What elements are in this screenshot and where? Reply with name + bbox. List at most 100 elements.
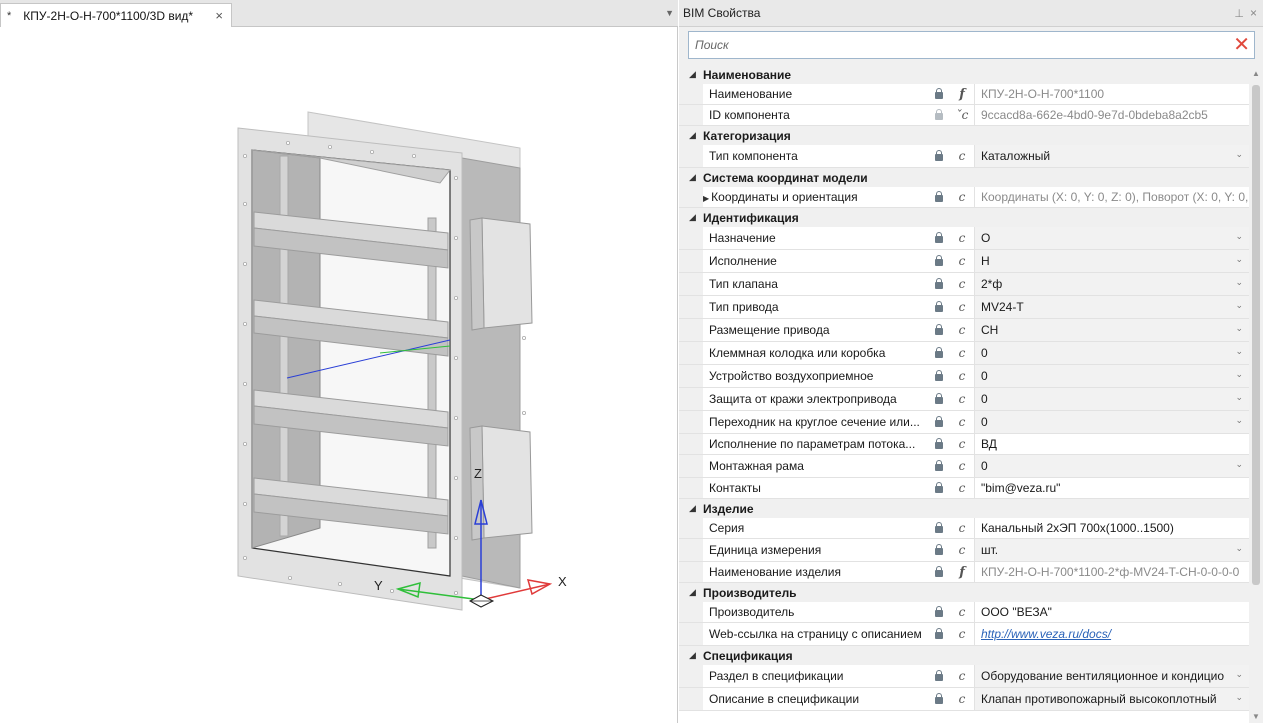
property-row[interactable]: Раздел в спецификации c Оборудование венти… — [679, 665, 1249, 688]
property-row[interactable]: Переходник на круглое сечение или... c 0 ⌄ — [679, 411, 1249, 434]
property-row[interactable]: Назначение c О ⌄ — [679, 227, 1249, 250]
lock-icon[interactable] — [928, 369, 950, 383]
formula-icon[interactable]: c — [950, 521, 974, 535]
property-value-dropdown[interactable]: 0 ⌄ — [974, 365, 1249, 387]
property-value[interactable]: ВД — [974, 434, 1249, 454]
lock-icon[interactable] — [928, 521, 950, 535]
property-row[interactable]: Контакты c "bim@veza.ru" — [679, 478, 1249, 499]
lock-icon[interactable] — [928, 277, 950, 291]
web-link[interactable]: http://www.veza.ru/docs/ — [981, 627, 1111, 641]
formula-icon[interactable]: f — [950, 87, 974, 102]
formula-icon[interactable]: c — [950, 543, 974, 557]
lock-icon[interactable] — [928, 300, 950, 314]
clear-search-icon[interactable]: ✕ — [1233, 34, 1250, 56]
formula-icon[interactable]: f — [950, 565, 974, 580]
property-row[interactable]: Исполнение по параметрам потока... c ВД — [679, 434, 1249, 455]
property-value[interactable]: Канальный 2хЭП 700х(1000..1500) — [974, 518, 1249, 538]
property-row[interactable]: Наименование f КПУ-2Н-О-Н-700*1100 — [679, 84, 1249, 105]
property-row[interactable]: Наименование изделия f КПУ-2Н-О-Н-700*1100… — [679, 562, 1249, 583]
property-row[interactable]: Тип клапана c 2*ф ⌄ — [679, 273, 1249, 296]
chevron-down-icon[interactable]: ⌄ — [1235, 323, 1243, 334]
collapse-triangle-icon[interactable]: ◢ — [679, 69, 703, 80]
collapse-triangle-icon[interactable]: ◢ — [679, 503, 703, 514]
search-input[interactable] — [695, 33, 1215, 57]
chevron-down-icon[interactable]: ⌄ — [1235, 392, 1243, 403]
property-value-dropdown[interactable]: MV24-T ⌄ — [974, 296, 1249, 318]
formula-icon[interactable]: c — [950, 481, 974, 495]
chevron-down-icon[interactable]: ⌄ — [1235, 346, 1243, 357]
property-row[interactable]: Монтажная рама c 0 ⌄ — [679, 455, 1249, 478]
formula-icon[interactable]: c — [950, 300, 974, 314]
lock-icon[interactable] — [928, 565, 950, 579]
scroll-down-icon[interactable]: ▼ — [1252, 712, 1260, 721]
lock-icon[interactable] — [928, 231, 950, 245]
formula-icon[interactable]: c — [950, 369, 974, 383]
formula-icon[interactable]: c — [950, 415, 974, 429]
close-icon[interactable]: × — [1250, 6, 1257, 20]
3d-viewport[interactable]: Z X Y — [0, 28, 678, 723]
lock-icon[interactable] — [928, 605, 950, 619]
chevron-down-icon[interactable]: ⌄ — [1235, 369, 1243, 380]
property-row[interactable]: Тип компонента c Каталожный ⌄ — [679, 145, 1249, 168]
lock-icon[interactable] — [928, 415, 950, 429]
expand-triangle-icon[interactable]: ▶ — [703, 194, 709, 203]
property-group-header[interactable]: ◢ Наименование — [679, 65, 1249, 84]
property-row[interactable]: Тип привода c MV24-T ⌄ — [679, 296, 1249, 319]
formula-icon[interactable]: c — [950, 231, 974, 245]
pin-icon[interactable]: ⊥ — [1234, 7, 1244, 20]
formula-icon[interactable]: c — [950, 669, 974, 683]
chevron-down-icon[interactable]: ⌄ — [1235, 459, 1243, 470]
collapse-triangle-icon[interactable]: ◢ — [679, 212, 703, 223]
chevron-down-icon[interactable]: ⌄ — [1235, 669, 1243, 680]
property-row[interactable]: Устройство воздухоприемное c 0 ⌄ — [679, 365, 1249, 388]
property-row[interactable]: Защита от кражи электропривода c 0 ⌄ — [679, 388, 1249, 411]
lock-icon[interactable] — [928, 627, 950, 641]
properties-scrollbar[interactable]: ▲ ▼ — [1249, 65, 1263, 723]
lock-icon[interactable] — [928, 190, 950, 204]
property-value[interactable]: http://www.veza.ru/docs/ — [974, 623, 1249, 645]
chevron-down-icon[interactable]: ⌄ — [1235, 543, 1243, 554]
lock-icon[interactable] — [928, 108, 950, 122]
chevron-down-icon[interactable]: ⌄ — [1235, 415, 1243, 426]
property-row[interactable]: Размещение привода c СН ⌄ — [679, 319, 1249, 342]
property-group-header[interactable]: ◢ Категоризация — [679, 126, 1249, 145]
property-group-header[interactable]: ◢ Система координат модели — [679, 168, 1249, 187]
property-group-header[interactable]: ◢ Спецификация — [679, 646, 1249, 665]
property-value-dropdown[interactable]: Каталожный ⌄ — [974, 145, 1249, 167]
collapse-triangle-icon[interactable]: ◢ — [679, 587, 703, 598]
chevron-down-icon[interactable]: ⌄ — [1235, 692, 1243, 703]
property-value-dropdown[interactable]: 0 ⌄ — [974, 455, 1249, 477]
lock-icon[interactable] — [928, 323, 950, 337]
property-row[interactable]: Web-ссылка на страницу с описанием c http:… — [679, 623, 1249, 646]
property-row[interactable]: Единица измерения c шт. ⌄ — [679, 539, 1249, 562]
lock-icon[interactable] — [928, 459, 950, 473]
property-row[interactable]: Серия c Канальный 2хЭП 700х(1000..1500) — [679, 518, 1249, 539]
property-value-dropdown[interactable]: О ⌄ — [974, 227, 1249, 249]
property-row[interactable]: ID компонента ˇc 9ccacd8a-662e-4bd0-9e7d-0… — [679, 105, 1249, 126]
formula-icon[interactable]: c — [950, 459, 974, 473]
tabs-dropdown-icon[interactable]: ▼ — [665, 8, 674, 18]
formula-icon[interactable]: c — [950, 149, 974, 163]
property-value[interactable]: "bim@veza.ru" — [974, 478, 1249, 498]
lock-icon[interactable] — [928, 669, 950, 683]
formula-icon[interactable]: c — [950, 392, 974, 406]
formula-icon[interactable]: c — [950, 190, 974, 204]
property-value-dropdown[interactable]: 0 ⌄ — [974, 388, 1249, 410]
formula-icon[interactable]: ˇc — [950, 108, 974, 122]
lock-icon[interactable] — [928, 392, 950, 406]
property-group-header[interactable]: ◢ Изделие — [679, 499, 1249, 518]
property-row[interactable]: Описание в спецификации c Клапан противопо… — [679, 688, 1249, 711]
property-value-dropdown[interactable]: 2*ф ⌄ — [974, 273, 1249, 295]
chevron-down-icon[interactable]: ⌄ — [1235, 300, 1243, 311]
formula-icon[interactable]: c — [950, 605, 974, 619]
chevron-down-icon[interactable]: ⌄ — [1235, 231, 1243, 242]
property-value[interactable]: ООО "ВЕЗА" — [974, 602, 1249, 622]
property-row[interactable]: Исполнение c Н ⌄ — [679, 250, 1249, 273]
formula-icon[interactable]: c — [950, 277, 974, 291]
property-group-header[interactable]: ◢ Производитель — [679, 583, 1249, 602]
chevron-down-icon[interactable]: ⌄ — [1235, 254, 1243, 265]
lock-icon[interactable] — [928, 543, 950, 557]
collapse-triangle-icon[interactable]: ◢ — [679, 130, 703, 141]
close-icon[interactable]: × — [215, 8, 223, 23]
lock-icon[interactable] — [928, 481, 950, 495]
